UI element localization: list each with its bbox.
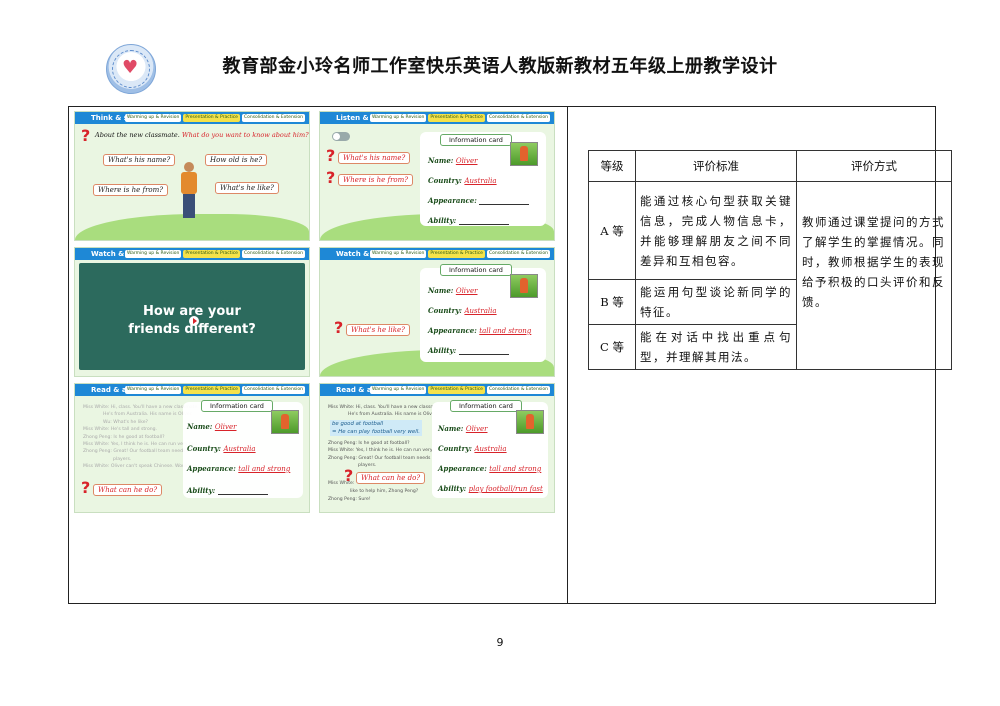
slide-read-and-answer-1: Read & answer Warming up & Revision Pres…	[74, 383, 310, 513]
boy-photo	[516, 410, 544, 434]
evaluation-method: 教师通过课堂提问的方式了解学生的掌握情况。同时，教师根据学生的表现给予积极的口头…	[796, 181, 952, 370]
bubble-like: What's he like?	[215, 182, 279, 194]
slide-read-and-answer-2: Read & answer Warming up & Revision Pres…	[319, 383, 555, 513]
studio-seal-icon: ♥	[106, 44, 156, 94]
dialog-text: Miss White: Hi, class. You'll have a new…	[328, 405, 444, 418]
question-mark-icon: ?	[81, 126, 91, 145]
boy-photo	[510, 274, 538, 298]
highlight-note: be good at football = He can play footba…	[330, 420, 422, 436]
slide-watch-video: Watch & answer Warming up & Revision Pre…	[74, 247, 310, 377]
page-number: 9	[496, 636, 504, 649]
slide-watch-and-answer: Watch & answer Warming up & Revision Pre…	[319, 247, 555, 377]
table-row: A 等 能通过核心句型获取关键信息，完成人物信息卡，并能够理解朋友之间不同差异和…	[588, 181, 952, 370]
video-player[interactable]: How are your friends different?	[79, 263, 305, 370]
question-mark-icon: ?	[326, 146, 336, 165]
question-mark-icon: ?	[344, 466, 354, 485]
question-mark-icon: ?	[334, 318, 344, 337]
evaluation-table: 等级 评价标准 评价方式 A 等 能通过核心句型获取关键信息，完成人物信息卡，并…	[588, 150, 952, 370]
question-mark-icon: ?	[326, 168, 336, 187]
audio-toggle[interactable]	[332, 132, 350, 141]
bubble-age: How old is he?	[205, 154, 268, 166]
slide-think-and-say: Think & say Warming up & Revision Presen…	[74, 111, 310, 241]
question-mark-icon: ?	[81, 478, 91, 497]
document-title: 教育部金小玲名师工作室快乐英语人教版新教材五年级上册教学设计	[222, 56, 778, 77]
slide-listen-and-fill: Listen & fill Warming up & Revision Pres…	[319, 111, 555, 241]
boy-photo	[510, 142, 538, 166]
bubble-from: Where is he from?	[93, 184, 169, 196]
bubble-name: What's his name?	[103, 154, 176, 166]
play-icon[interactable]	[189, 316, 199, 326]
boy-illustration	[179, 162, 199, 222]
boy-photo	[271, 410, 299, 434]
dialog-text: Miss White: Hi, class. You'll have a new…	[83, 405, 200, 470]
table-header-row: 等级 评价标准 评价方式	[588, 150, 952, 182]
column-divider	[567, 107, 568, 604]
